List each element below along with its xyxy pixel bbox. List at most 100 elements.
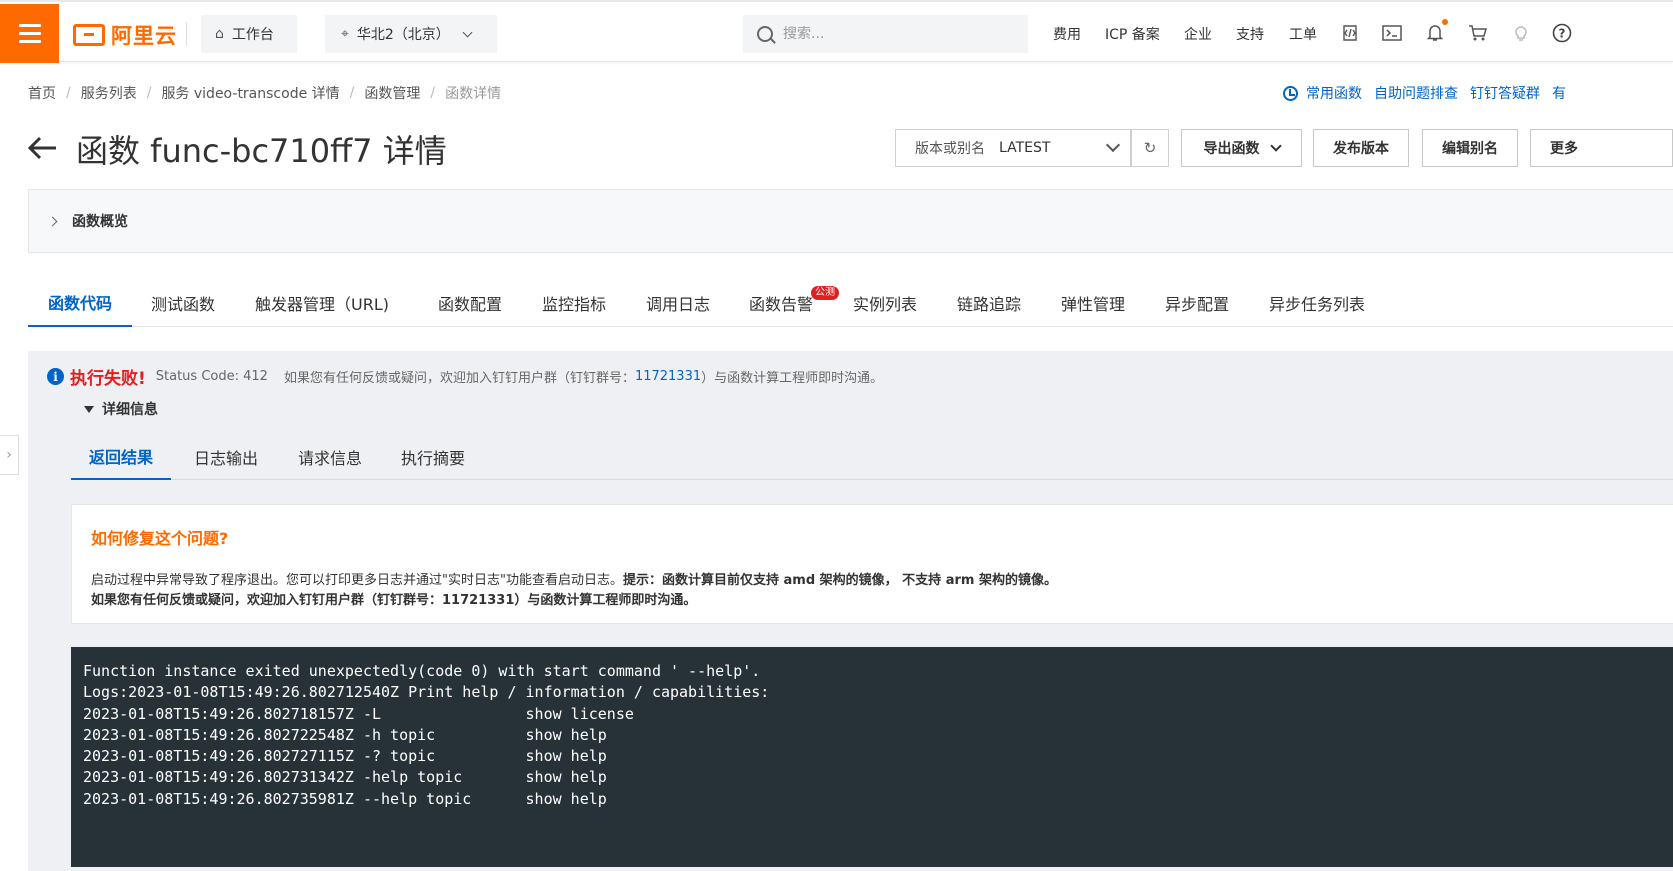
nav-icp[interactable]: ICP 备案	[1105, 24, 1160, 44]
subtab-request-info[interactable]: 请求信息	[298, 434, 362, 480]
edit-alias-label: 编辑别名	[1442, 141, 1498, 157]
workbench-button[interactable]: ⌂ 工作台	[201, 15, 297, 53]
subtab-return-result[interactable]: 返回结果	[71, 434, 172, 480]
subtab-execution-summary[interactable]: 执行摘要	[401, 434, 465, 480]
console-line: 2023-01-08T15:49:26.802731342Z -help top…	[83, 768, 607, 787]
tab-function-code[interactable]: 函数代码	[28, 278, 133, 327]
workbench-label: 工作台	[231, 27, 274, 43]
tab-async-config[interactable]: 异步配置	[1165, 278, 1229, 327]
logo-text: 阿里云	[111, 24, 177, 48]
clock-icon	[1283, 85, 1298, 101]
beta-badge: 公测	[811, 286, 839, 300]
breadcrumb-separator: /	[66, 85, 71, 101]
error-output-console[interactable]: Function instance exited unexpectedly(co…	[71, 647, 1673, 867]
console-line: 2023-01-08T15:49:26.802722548Z -h topic …	[83, 725, 607, 744]
link-self-diagnose[interactable]: 自助问题排查	[1374, 83, 1458, 103]
chevron-right-icon	[47, 216, 58, 226]
nav-enterprise[interactable]: 企业	[1184, 24, 1212, 44]
details-toggle[interactable]: 详细信息	[84, 399, 158, 419]
console-line: 2023-01-08T15:49:26.802735981Z --help to…	[83, 789, 607, 808]
page-title: 函数 func-bc710ff7 详情	[76, 132, 447, 170]
menu-icon[interactable]	[0, 4, 59, 63]
breadcrumb: 首页 / 服务列表 / 服务 video-transcode 详情 / 函数管理…	[28, 83, 501, 103]
fix-tip: 提示：函数计算目前仅支持 amd 架构的镜像， 不支持 arm 架构的镜像。	[622, 573, 1057, 588]
version-label: 版本或别名	[915, 141, 985, 157]
tab-monitoring[interactable]: 监控指标	[542, 278, 606, 327]
link-common-functions[interactable]: 常用函数	[1306, 83, 1362, 103]
region-selector[interactable]: ⌖ 华北2（北京）	[325, 15, 497, 53]
quick-links: 常用函数 自助问题排查 钉钉答疑群 有	[1283, 83, 1566, 103]
fix-description: 启动过程中异常导致了程序退出。您可以打印更多日志并通过"实时日志"功能查看启动日…	[91, 569, 1057, 588]
console-line: 2023-01-08T15:49:26.802718157Z -L show l…	[83, 704, 634, 723]
search-input[interactable]	[783, 26, 1003, 42]
nav-billing[interactable]: 费用	[1053, 24, 1081, 44]
back-arrow-icon[interactable]	[27, 132, 58, 166]
subtab-log-output[interactable]: 日志输出	[194, 434, 258, 480]
location-icon: ⌖	[341, 26, 349, 42]
tab-test-function[interactable]: 测试函数	[151, 278, 215, 327]
export-function-button[interactable]: 导出函数	[1181, 129, 1302, 167]
more-button[interactable]: 更多	[1530, 129, 1673, 167]
feedback-prefix: 如果您有任何反馈或疑问，欢迎加入钉钉用户群（钉钉群号：	[283, 371, 635, 386]
breadcrumb-separator: /	[349, 85, 355, 101]
caret-down-icon	[84, 405, 94, 413]
help-icon[interactable]: ?	[1552, 23, 1572, 43]
execution-failed-label: 执行失败!	[70, 369, 146, 389]
tab-elastic-management[interactable]: 弹性管理	[1061, 278, 1125, 327]
chevron-right-icon: ›	[6, 447, 12, 463]
ide-icon[interactable]	[1340, 23, 1360, 43]
nav-support[interactable]: 支持	[1236, 24, 1264, 44]
breadcrumb-function-management[interactable]: 函数管理	[364, 83, 420, 103]
overview-label: 函数概览	[72, 214, 128, 230]
breadcrumb-service-list[interactable]: 服务列表	[81, 83, 137, 103]
tab-function-alerts[interactable]: 函数告警	[749, 278, 813, 327]
tab-trigger-management[interactable]: 触发器管理（URL)	[255, 278, 389, 327]
title-row: 函数 func-bc710ff7 详情	[27, 126, 447, 172]
bell-icon[interactable]	[1425, 23, 1445, 43]
search-box[interactable]	[743, 15, 1028, 53]
publish-version-button[interactable]: 发布版本	[1313, 129, 1409, 167]
cart-icon[interactable]	[1468, 23, 1488, 43]
tab-function-config[interactable]: 函数配置	[438, 278, 502, 327]
version-alias-select[interactable]: 版本或别名 LATEST	[895, 129, 1131, 167]
region-label: 华北2（北京）	[356, 27, 450, 43]
breadcrumb-current: 函数详情	[445, 86, 502, 102]
top-navigation-bar: 阿里云 ⌂ 工作台 ⌖ 华北2（北京） 费用 ICP 备案 企业 支持 工单 ?	[0, 0, 1673, 63]
nav-ticket[interactable]: 工单	[1289, 24, 1317, 44]
search-icon	[757, 26, 773, 42]
sidebar-expand-toggle[interactable]: ›	[0, 435, 19, 475]
aliyun-logo[interactable]: 阿里云	[73, 20, 177, 50]
fix-feedback: 如果您有任何反馈或疑问，欢迎加入钉钉用户群（钉钉群号：11721331）与函数计…	[91, 593, 697, 608]
breadcrumb-separator: /	[146, 85, 152, 101]
breadcrumb-service-detail[interactable]: 服务 video-transcode 详情	[161, 83, 339, 103]
tab-async-task-list[interactable]: 异步任务列表	[1269, 278, 1365, 327]
home-icon: ⌂	[215, 26, 224, 42]
breadcrumb-home[interactable]: 首页	[28, 83, 56, 103]
execution-status: i 执行失败! Status Code: 412 如果您有任何反馈或疑问，欢迎加…	[47, 364, 883, 389]
lightbulb-icon[interactable]	[1511, 23, 1531, 43]
dingtalk-group-link[interactable]: 11721331	[635, 369, 701, 384]
function-overview-collapse[interactable]: 函数概览	[28, 189, 1673, 253]
fix-title: 如何修复这个问题?	[91, 529, 229, 548]
refresh-button[interactable]: ↻	[1131, 129, 1169, 167]
more-label: 更多	[1550, 141, 1578, 157]
chevron-down-icon	[1105, 137, 1121, 153]
logo-mark-icon	[73, 24, 105, 46]
tab-instance-list[interactable]: 实例列表	[853, 278, 917, 327]
console-line: Logs:2023-01-08T15:49:26.802712540Z Prin…	[83, 683, 770, 702]
fix-suggestion-box: 如何修复这个问题? 启动过程中异常导致了程序退出。您可以打印更多日志并通过"实时…	[71, 504, 1673, 624]
tab-invocation-logs[interactable]: 调用日志	[646, 278, 710, 327]
version-value: LATEST	[999, 140, 1051, 156]
edit-alias-button[interactable]: 编辑别名	[1422, 129, 1518, 167]
tab-tracing[interactable]: 链路追踪	[957, 278, 1021, 327]
publish-version-label: 发布版本	[1333, 141, 1389, 157]
link-dingtalk-group[interactable]: 钉钉答疑群	[1470, 83, 1540, 103]
chevron-down-icon	[1269, 140, 1282, 152]
info-icon: i	[47, 368, 64, 385]
export-function-label: 导出函数	[1203, 141, 1260, 157]
terminal-icon[interactable]	[1382, 23, 1402, 43]
result-subtabs: 返回结果 日志输出 请求信息 执行摘要	[71, 434, 1673, 480]
console-line: 2023-01-08T15:49:26.802727115Z -? topic …	[83, 747, 607, 766]
svg-text:?: ?	[1559, 27, 1566, 41]
link-more[interactable]: 有	[1552, 83, 1566, 103]
